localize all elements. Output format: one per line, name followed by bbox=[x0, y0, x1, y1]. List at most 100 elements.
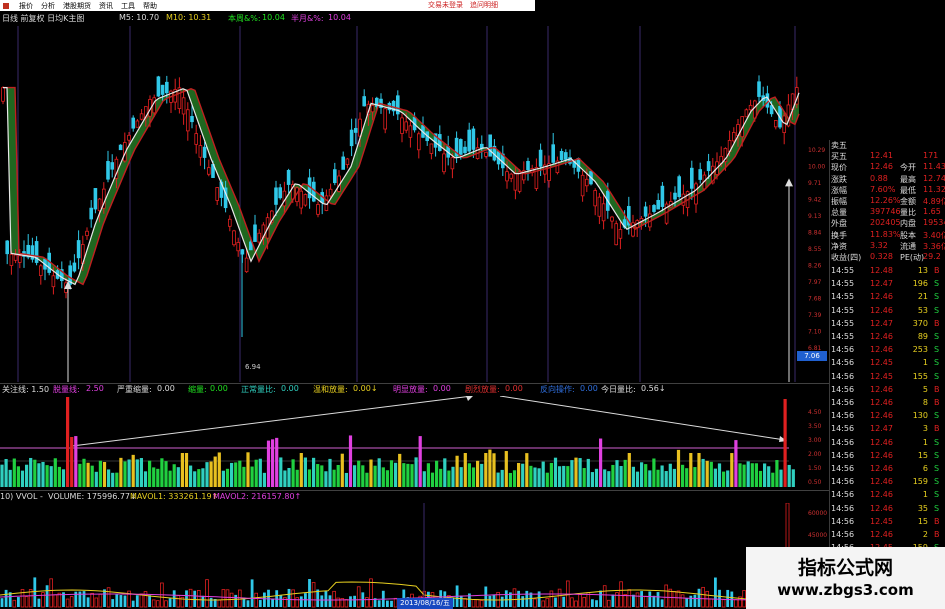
candle-body bbox=[257, 232, 261, 243]
volume-ratio-bar bbox=[25, 464, 29, 487]
volume-ratio-bar bbox=[705, 460, 709, 487]
quote-row: 现价 12.46 今开 11.43 bbox=[830, 162, 945, 173]
volume-ratio-bar bbox=[61, 469, 66, 487]
vvol-bar bbox=[726, 589, 730, 607]
vvol-bar bbox=[484, 586, 488, 607]
candle-body bbox=[1, 87, 5, 102]
volume-ratio-bar bbox=[209, 461, 213, 487]
tick-volume: 21 bbox=[917, 292, 928, 302]
vvol-bar bbox=[324, 591, 328, 607]
trade-tick-row[interactable]: 14:56 12.46 253 S bbox=[830, 345, 945, 356]
trade-tick-row[interactable]: 14:56 12.45 1 S bbox=[830, 358, 945, 369]
tick-time: 14:56 bbox=[831, 530, 855, 539]
menu-item-hk-futures[interactable]: 港股期货 bbox=[63, 1, 91, 11]
trade-tick-row[interactable]: 14:56 12.46 35 S bbox=[830, 504, 945, 515]
vvol-bar bbox=[205, 579, 209, 608]
volume-ratio-bar bbox=[361, 465, 365, 487]
candle-body bbox=[286, 170, 291, 185]
trade-tick-row[interactable]: 14:56 12.45 155 S bbox=[830, 372, 945, 383]
tick-price: 12.46 bbox=[870, 292, 893, 302]
vvol-bar bbox=[574, 600, 578, 608]
y-axis-tick: 45000 bbox=[808, 532, 827, 539]
reverse-op-label: 反向操作: bbox=[540, 385, 575, 394]
trade-tick-row[interactable]: 14:56 12.46 159 S bbox=[830, 477, 945, 488]
vvol-bar bbox=[488, 595, 492, 607]
trade-tick-row[interactable]: 14:55 12.46 53 S bbox=[830, 306, 945, 317]
menu-item-help[interactable]: 帮助 bbox=[143, 1, 157, 11]
menu-item-quote[interactable]: 报价 bbox=[19, 1, 33, 11]
volume-ratio-bar bbox=[94, 471, 98, 487]
trade-tick-row[interactable]: 14:56 12.46 6 S bbox=[830, 464, 945, 475]
volume-ratio-bar bbox=[640, 462, 644, 487]
quote-field-label: 涨跌 bbox=[831, 174, 847, 184]
trade-tick-row[interactable]: 14:55 12.46 89 S bbox=[830, 332, 945, 343]
volume-ratio-bar bbox=[430, 472, 435, 487]
candle-body bbox=[774, 120, 778, 128]
tick-volume: 253 bbox=[912, 345, 928, 355]
candle-body bbox=[732, 132, 736, 142]
volume-ratio-bar bbox=[193, 471, 197, 487]
trade-tick-row[interactable]: 14:55 12.47 370 B bbox=[830, 319, 945, 330]
vvol-bar bbox=[390, 600, 393, 607]
vvol-bar bbox=[459, 595, 463, 607]
trade-tick-row[interactable]: 14:56 12.45 15 B bbox=[830, 517, 945, 528]
vvol-bar bbox=[619, 581, 623, 608]
volume-ratio-bar bbox=[558, 466, 562, 487]
normal-ratio-label: 正常量比: bbox=[241, 385, 276, 394]
trade-tick-row[interactable]: 14:56 12.46 1 S bbox=[830, 490, 945, 501]
candle-body bbox=[156, 76, 161, 97]
arrow-head-icon bbox=[466, 396, 473, 401]
tick-time: 14:55 bbox=[831, 318, 855, 328]
trade-login-link[interactable]: 交易未登录 bbox=[428, 0, 463, 11]
candle-body bbox=[232, 230, 236, 246]
trade-tick-row[interactable]: 14:56 12.46 8B bbox=[830, 398, 945, 409]
volume-ratio-bar bbox=[566, 466, 570, 487]
vvol-bar bbox=[672, 590, 677, 608]
volume-ratio-chart[interactable]: 4.50 3.50 3.00 2.00 1.50 0.50 bbox=[0, 396, 829, 490]
volume-ratio-bar bbox=[676, 449, 681, 487]
tick-time: 14:56 bbox=[831, 345, 855, 355]
trade-tick-row[interactable]: 14:55 12.48 13 B bbox=[830, 266, 945, 277]
pianliang-value: 2.50 bbox=[86, 384, 104, 393]
candle-body bbox=[517, 171, 522, 192]
y-axis-tick: 8.55 bbox=[808, 246, 822, 253]
vvol-bar bbox=[635, 592, 640, 608]
volume-ratio-bar bbox=[172, 464, 176, 487]
candlestick-chart[interactable]: 10.29 10.00 9.71 9.42 9.13 8.84 8.55 8.26 7.97 7.… bbox=[0, 26, 829, 382]
volume-ratio-bar bbox=[471, 467, 476, 487]
tick-time: 14:56 bbox=[831, 411, 855, 421]
volume-ratio-bar bbox=[767, 466, 771, 487]
menu-item-analysis[interactable]: 分析 bbox=[41, 1, 55, 11]
trade-tick-row[interactable]: 14:55 12.46 21 S bbox=[830, 292, 945, 303]
menu-item-tools[interactable]: 工具 bbox=[121, 1, 135, 11]
menu-item-news[interactable]: 资讯 bbox=[99, 1, 113, 11]
trade-tick-row[interactable]: 14:56 12.47 3 B bbox=[830, 424, 945, 435]
trade-tick-row[interactable]: 14:56 12.46 15 S bbox=[830, 451, 945, 462]
trade-tick-row[interactable]: 14:56 12.46 130 S bbox=[830, 411, 945, 422]
volume-ratio-bar bbox=[152, 467, 156, 487]
tick-time: 14:56 bbox=[831, 398, 855, 407]
volume-ratio-bar bbox=[74, 436, 78, 487]
volume-ratio-bar bbox=[664, 471, 668, 487]
tick-volume: 53 bbox=[917, 305, 928, 315]
quote-field-value: 0.88 bbox=[870, 173, 888, 183]
trade-tick-row[interactable]: 14:55 12.47 196 S bbox=[830, 279, 945, 290]
volume-ratio-bar bbox=[102, 462, 107, 487]
vvol-bar bbox=[90, 592, 95, 608]
detail-link[interactable]: 追问明细 bbox=[470, 0, 498, 11]
trade-tick-row[interactable]: 14:56 12.46 1 S bbox=[830, 438, 945, 449]
vvol-bar bbox=[386, 600, 389, 607]
trade-tick-row[interactable]: 14:56 12.46 2 B bbox=[830, 530, 945, 541]
vvol-bar bbox=[308, 579, 311, 607]
trade-tick-row[interactable]: 14:56 12.46 5 B bbox=[830, 385, 945, 396]
vvol-chart[interactable]: 60000 45000 bbox=[0, 503, 829, 609]
volume-ratio-bar bbox=[549, 462, 553, 487]
volume-ratio-bar bbox=[443, 458, 447, 487]
volume-ratio-bar bbox=[504, 451, 508, 487]
tick-volume: 15 bbox=[917, 450, 928, 460]
vvol-bar bbox=[627, 589, 632, 608]
vvol-bar bbox=[275, 590, 279, 607]
volume-ratio-bar bbox=[57, 466, 61, 487]
volume-ratio-bar bbox=[648, 470, 652, 487]
volume-ratio-bar bbox=[525, 453, 529, 487]
